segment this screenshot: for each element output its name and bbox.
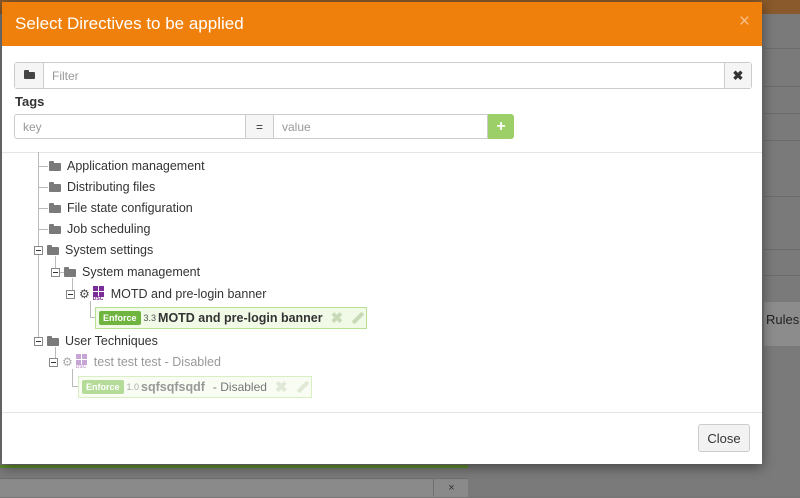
directive-name: MOTD and pre-login banner: [158, 311, 323, 325]
folder-icon: [49, 182, 61, 192]
category-label: File state configuration: [67, 201, 193, 215]
background-row-divider: [764, 196, 800, 197]
technique-label: MOTD and pre-login banner: [110, 287, 267, 301]
close-icon[interactable]: ×: [739, 11, 750, 33]
folder-icon: [49, 224, 61, 234]
background-row-divider: [764, 113, 800, 114]
category-label: User Techniques: [65, 334, 158, 348]
folder-icon: [47, 336, 59, 346]
tree-category-user-techniques[interactable]: User Techniques: [34, 333, 158, 349]
collapse-toggle-icon[interactable]: [51, 267, 60, 277]
gear-icon: ⚙: [62, 355, 73, 369]
category-label: Application management: [67, 159, 205, 173]
tree-category-distributing-files[interactable]: Distributing files: [49, 179, 155, 195]
tree-category-system-settings[interactable]: System settings: [34, 242, 153, 258]
background-accent-line: [0, 465, 468, 468]
tag-key-input[interactable]: [14, 114, 246, 139]
tags-input-group: = +: [14, 114, 514, 139]
footer-divider: [2, 412, 762, 413]
close-button[interactable]: Close: [698, 424, 750, 452]
enforce-badge: Enforce: [99, 311, 141, 325]
tree-technique-motd[interactable]: ⚙ DSC MOTD and pre-login banner: [66, 286, 266, 302]
folder-open-icon[interactable]: [15, 63, 44, 88]
filter-input[interactable]: [44, 63, 724, 88]
category-label: Job scheduling: [67, 222, 151, 236]
folder-icon: [47, 245, 59, 255]
clear-filter-icon[interactable]: ✖: [724, 63, 751, 88]
category-label: System management: [82, 265, 201, 279]
gear-icon: ⚙: [79, 287, 90, 301]
tree-connector: [38, 208, 48, 209]
windows-icon: DSC: [75, 354, 89, 370]
tree-technique-test[interactable]: ⚙ DSC test test test - Disabled: [49, 354, 221, 370]
tree-connector: [38, 187, 48, 188]
modal-title: Select Directives to be applied: [15, 14, 244, 33]
collapse-toggle-icon[interactable]: [66, 289, 75, 299]
directive-item-sqfsqfsqdf[interactable]: Enforce 1.0 sqfsqfsqdf - Disabled ✖: [78, 376, 312, 398]
directive-status: - Disabled: [212, 380, 267, 394]
tags-label: Tags: [15, 94, 45, 109]
background-row-divider: [764, 140, 800, 141]
background-clear-button: ×: [433, 478, 469, 496]
dsc-label: DSC: [92, 296, 104, 302]
category-label: Distributing files: [67, 180, 156, 194]
add-tag-button[interactable]: +: [488, 114, 514, 139]
tag-equals-sign: =: [246, 114, 273, 139]
select-directives-modal: Select Directives to be applied × ✖ Tags…: [2, 2, 762, 464]
collapse-toggle-icon[interactable]: [34, 245, 43, 255]
folder-icon-shape: [24, 70, 35, 79]
collapse-toggle-icon[interactable]: [34, 336, 43, 346]
tree-category-file-state-configuration[interactable]: File state configuration: [49, 200, 193, 216]
tag-value-input[interactable]: [273, 114, 488, 139]
pencil-icon[interactable]: [351, 312, 363, 324]
pencil-icon[interactable]: [296, 381, 308, 393]
enforce-badge: Enforce: [82, 380, 124, 394]
folder-icon: [49, 161, 61, 171]
background-bottom-field: [0, 478, 468, 497]
technique-status: - Disabled: [161, 355, 221, 369]
tree-category-application-management[interactable]: Application management: [49, 158, 205, 174]
collapse-toggle-icon[interactable]: [49, 357, 58, 367]
dsc-label: DSC: [75, 364, 87, 370]
remove-icon[interactable]: ✖: [275, 378, 288, 396]
directive-name: sqfsqfsqdf: [141, 380, 205, 394]
tree-category-job-scheduling[interactable]: Job scheduling: [49, 221, 150, 237]
technique-label: test test test: [93, 355, 162, 369]
background-row-divider: [764, 86, 800, 87]
background-row-divider: [764, 249, 800, 250]
background-rules-text: Rules u: [766, 312, 800, 327]
remove-icon[interactable]: ✖: [331, 309, 344, 327]
background-row-divider: [764, 48, 800, 49]
windows-icon: DSC: [92, 286, 106, 302]
directive-version: 3.3: [143, 313, 157, 323]
tree-category-system-management[interactable]: System management: [51, 264, 200, 280]
tree-connector: [38, 166, 48, 167]
tree-connector: [90, 301, 91, 317]
tree-connector: [38, 229, 48, 230]
background-row-divider: [764, 275, 800, 276]
modal-header: Select Directives to be applied ×: [2, 2, 762, 46]
directive-version: 1.0: [126, 382, 140, 392]
folder-icon: [64, 267, 76, 277]
tree-connector: [72, 369, 73, 386]
directive-tree: Application management Distributing file…: [2, 152, 762, 412]
category-label: System settings: [65, 243, 154, 257]
folder-icon: [49, 203, 61, 213]
directive-item-motd[interactable]: Enforce 3.3 MOTD and pre-login banner ✖: [95, 307, 368, 329]
filter-group: ✖: [14, 62, 752, 89]
